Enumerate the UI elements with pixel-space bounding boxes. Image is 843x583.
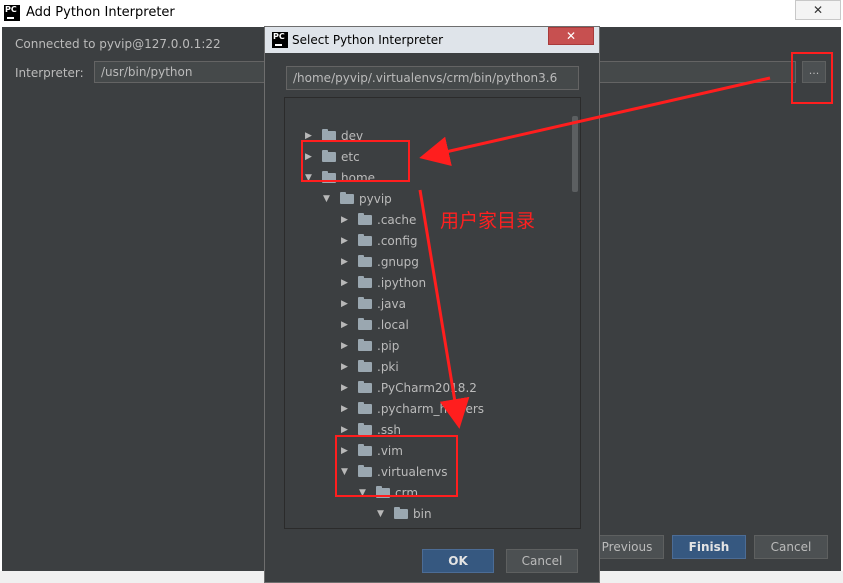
arrow-browse-to-home: [419, 76, 771, 166]
arrow-pyvip-to-virtualenvs: [418, 189, 470, 429]
annotation-arrows: [418, 76, 771, 429]
